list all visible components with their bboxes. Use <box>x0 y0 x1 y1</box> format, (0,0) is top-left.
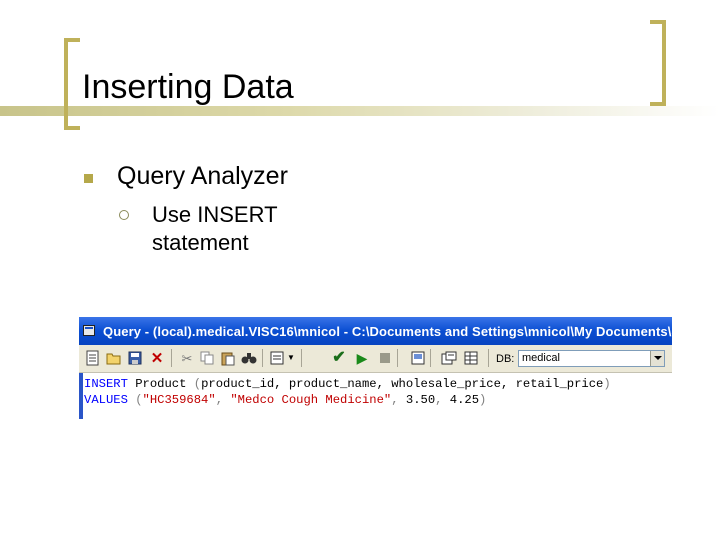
bullet-query-analyzer: Query Analyzer <box>117 162 288 190</box>
toolbar-separator <box>262 349 263 367</box>
paren-open: ( <box>135 393 143 407</box>
paren-open: ( <box>193 377 202 391</box>
db-label: DB: <box>496 353 515 365</box>
execute-query-icon[interactable]: ▶ <box>353 349 371 367</box>
comma: , <box>215 393 231 407</box>
bullet-use-insert: Use INSERT statement <box>152 202 278 255</box>
query-editor[interactable]: INSERT Product (product_id, product_name… <box>79 373 672 419</box>
query-window-icon <box>83 325 95 336</box>
parse-query-icon[interactable]: ✔ <box>330 349 348 367</box>
toolbar-separator <box>430 349 431 367</box>
toolbar-separator <box>488 349 489 367</box>
circle-bullet-icon <box>119 210 129 220</box>
result-mode-icon[interactable] <box>268 349 286 367</box>
left-bracket-decoration <box>64 38 80 130</box>
cut-icon[interactable]: ✂ <box>178 349 196 367</box>
new-query-icon[interactable] <box>84 349 102 367</box>
number-value: 3.50 <box>405 393 436 407</box>
square-bullet-icon <box>84 174 93 183</box>
code-line-values: VALUES ("HC359684", "Medco Cough Medicin… <box>84 392 486 408</box>
window-titlebar[interactable]: Query - (local).medical.VISC16\mnicol - … <box>79 317 672 345</box>
paren-close: ) <box>479 393 487 407</box>
toolbar-separator <box>397 349 398 367</box>
object-search-icon[interactable] <box>409 349 427 367</box>
paste-icon[interactable] <box>219 349 237 367</box>
title-underline-bar <box>0 106 720 116</box>
toolbar-separator <box>171 349 172 367</box>
copy-icon[interactable] <box>198 349 216 367</box>
toolbar: ✕ ✂ ▼ ✔ ▶ DB: medical <box>79 345 672 373</box>
comma: , <box>435 393 450 407</box>
chevron-down-icon[interactable]: ▼ <box>286 349 296 367</box>
comma: , <box>391 393 406 407</box>
object-browser-icon[interactable] <box>440 349 458 367</box>
window-title: Query - (local).medical.VISC16\mnicol - … <box>103 324 672 339</box>
cancel-query-icon[interactable] <box>376 349 394 367</box>
save-icon[interactable] <box>126 349 144 367</box>
string-value: "HC359684" <box>142 393 216 407</box>
right-bracket-decoration <box>650 20 666 106</box>
toolbar-separator <box>301 349 302 367</box>
table-name: Product <box>135 377 187 391</box>
column-list: product_id, product_name, wholesale_pric… <box>201 377 604 391</box>
slide-title: Inserting Data <box>82 68 294 106</box>
show-results-icon[interactable] <box>462 349 480 367</box>
number-value: 4.25 <box>449 393 480 407</box>
open-file-icon[interactable] <box>105 349 123 367</box>
keyword-insert: INSERT <box>84 377 128 391</box>
string-value: "Medco Cough Medicine" <box>230 393 392 407</box>
query-analyzer-screenshot: Query - (local).medical.VISC16\mnicol - … <box>79 317 672 419</box>
code-line-insert: INSERT Product (product_id, product_name… <box>84 376 611 392</box>
database-select[interactable]: medical <box>518 350 665 367</box>
paren-close: ) <box>603 377 611 391</box>
clear-window-icon[interactable]: ✕ <box>148 349 166 367</box>
find-icon[interactable] <box>240 349 258 367</box>
dropdown-arrow-icon[interactable] <box>650 351 664 366</box>
database-select-value: medical <box>522 352 560 364</box>
keyword-values: VALUES <box>84 393 128 407</box>
